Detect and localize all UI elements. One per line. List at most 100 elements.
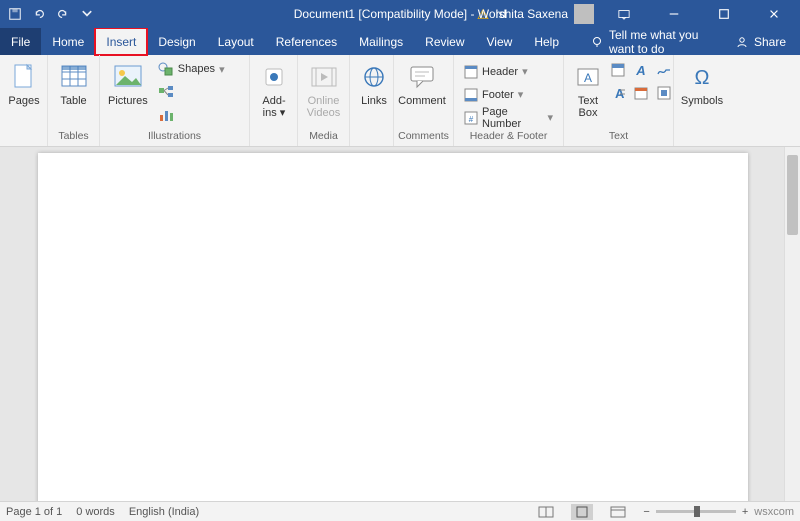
smartart-button[interactable] — [154, 82, 243, 102]
page-number-label: Page Number — [482, 106, 543, 130]
status-words[interactable]: 0 words — [76, 506, 115, 518]
view-web-layout[interactable] — [607, 504, 629, 520]
date-time-button[interactable] — [633, 85, 653, 105]
zoom-out-button[interactable]: − — [643, 506, 649, 518]
scrollbar-thumb[interactable] — [787, 155, 798, 235]
status-language[interactable]: English (India) — [129, 506, 199, 518]
links-button[interactable]: Links — [356, 59, 392, 109]
title-bar: Document1 [Compatibility Mode] - Word ⚠ … — [0, 0, 800, 28]
group-links-label — [350, 130, 393, 146]
minimize-button[interactable] — [654, 0, 694, 28]
group-comments-label: Comments — [394, 130, 453, 146]
addins-icon — [258, 61, 290, 93]
shapes-icon — [158, 61, 174, 77]
document-page[interactable] — [38, 153, 748, 501]
svg-text:#: # — [469, 115, 474, 124]
tab-help[interactable]: Help — [523, 28, 570, 55]
chart-button[interactable] — [154, 105, 243, 125]
textbox-icon: A — [572, 61, 604, 93]
share-button[interactable]: Share — [722, 28, 800, 55]
zoom-control: − + wsxcom — [643, 506, 794, 518]
zoom-slider[interactable] — [656, 510, 736, 513]
group-pages-label — [0, 130, 47, 146]
symbols-icon: Ω — [686, 61, 718, 93]
page-number-icon: # — [464, 111, 478, 125]
header-icon — [464, 65, 478, 79]
tab-layout[interactable]: Layout — [207, 28, 265, 55]
pictures-button[interactable]: Pictures — [106, 59, 150, 109]
page-number-button[interactable]: # Page Number▾ — [460, 108, 557, 128]
qat-dropdown-icon[interactable] — [80, 7, 94, 21]
tab-references[interactable]: References — [265, 28, 348, 55]
share-icon — [736, 36, 748, 48]
tab-design[interactable]: Design — [147, 28, 206, 55]
footer-button[interactable]: Footer▾ — [460, 85, 557, 105]
wordart-button[interactable]: A — [633, 62, 653, 82]
share-label: Share — [754, 35, 786, 49]
zoom-in-button[interactable]: + — [742, 506, 748, 518]
group-headerfooter-label: Header & Footer — [454, 130, 563, 146]
comment-label: Comment — [398, 95, 446, 107]
symbols-label: Symbols — [681, 95, 723, 107]
chart-icon — [158, 107, 174, 123]
group-comments: Comment Comments — [394, 55, 454, 146]
pictures-icon — [112, 61, 144, 93]
undo-icon[interactable] — [32, 7, 46, 21]
header-button[interactable]: Header▾ — [460, 62, 557, 82]
symbols-button[interactable]: Ω Symbols — [680, 59, 724, 109]
close-button[interactable] — [754, 0, 794, 28]
header-label: Header — [482, 66, 518, 78]
dropcap-button[interactable]: A — [610, 85, 630, 105]
group-addins: Add-ins ▾ — [250, 55, 298, 146]
status-page[interactable]: Page 1 of 1 — [6, 506, 62, 518]
view-read-mode[interactable] — [535, 504, 557, 520]
maximize-button[interactable] — [704, 0, 744, 28]
group-tables-label: Tables — [48, 130, 99, 146]
addins-label: Add-ins ▾ — [258, 95, 290, 119]
links-label: Links — [361, 95, 387, 107]
pages-label: Pages — [8, 95, 39, 107]
ribbon: Pages Table Tables Pictures Shapes ▾ — [0, 55, 800, 147]
addins-button[interactable]: Add-ins ▾ — [256, 59, 292, 121]
text-box-button[interactable]: A Text Box — [570, 59, 606, 121]
tell-me-label: Tell me what you want to do — [609, 28, 711, 56]
avatar — [574, 4, 594, 24]
group-pages: Pages — [0, 55, 48, 146]
view-print-layout[interactable] — [571, 504, 593, 520]
tab-view[interactable]: View — [476, 28, 524, 55]
save-icon[interactable] — [8, 7, 22, 21]
tab-home[interactable]: Home — [41, 28, 95, 55]
video-icon — [308, 61, 340, 93]
document-area — [0, 147, 800, 501]
group-illustrations: Pictures Shapes ▾ Illustrations — [100, 55, 250, 146]
tab-review[interactable]: Review — [414, 28, 475, 55]
table-label: Table — [60, 95, 86, 107]
svg-text:Ω: Ω — [695, 67, 710, 89]
tab-insert[interactable]: Insert — [95, 28, 147, 55]
ribbon-display-button[interactable] — [604, 0, 644, 28]
lightbulb-icon — [591, 36, 603, 48]
zoom-label[interactable]: wsxcom — [754, 506, 794, 518]
shapes-label: Shapes — [178, 63, 215, 75]
table-button[interactable]: Table — [54, 59, 93, 109]
comment-icon — [406, 61, 438, 93]
vertical-scrollbar[interactable] — [784, 147, 800, 501]
group-text: A Text Box A A Text — [564, 55, 674, 146]
window-title: Document1 [Compatibility Mode] - Word — [294, 7, 507, 21]
comment-button[interactable]: Comment — [400, 59, 444, 109]
shapes-button[interactable]: Shapes ▾ — [154, 59, 243, 79]
svg-text:A: A — [635, 63, 645, 78]
status-bar: Page 1 of 1 0 words English (India) − + … — [0, 501, 800, 521]
pages-button[interactable]: Pages — [6, 59, 42, 109]
quick-parts-button[interactable] — [610, 62, 630, 82]
group-links: Links — [350, 55, 394, 146]
svg-text:A: A — [584, 71, 592, 85]
tab-file[interactable]: File — [0, 28, 41, 55]
redo-icon[interactable] — [56, 7, 70, 21]
object-button[interactable] — [656, 85, 676, 105]
group-addins-label — [250, 130, 297, 146]
tell-me-search[interactable]: Tell me what you want to do — [580, 28, 722, 55]
tab-mailings[interactable]: Mailings — [348, 28, 414, 55]
signature-button[interactable] — [656, 62, 676, 82]
online-videos-button: Online Videos — [304, 59, 343, 121]
